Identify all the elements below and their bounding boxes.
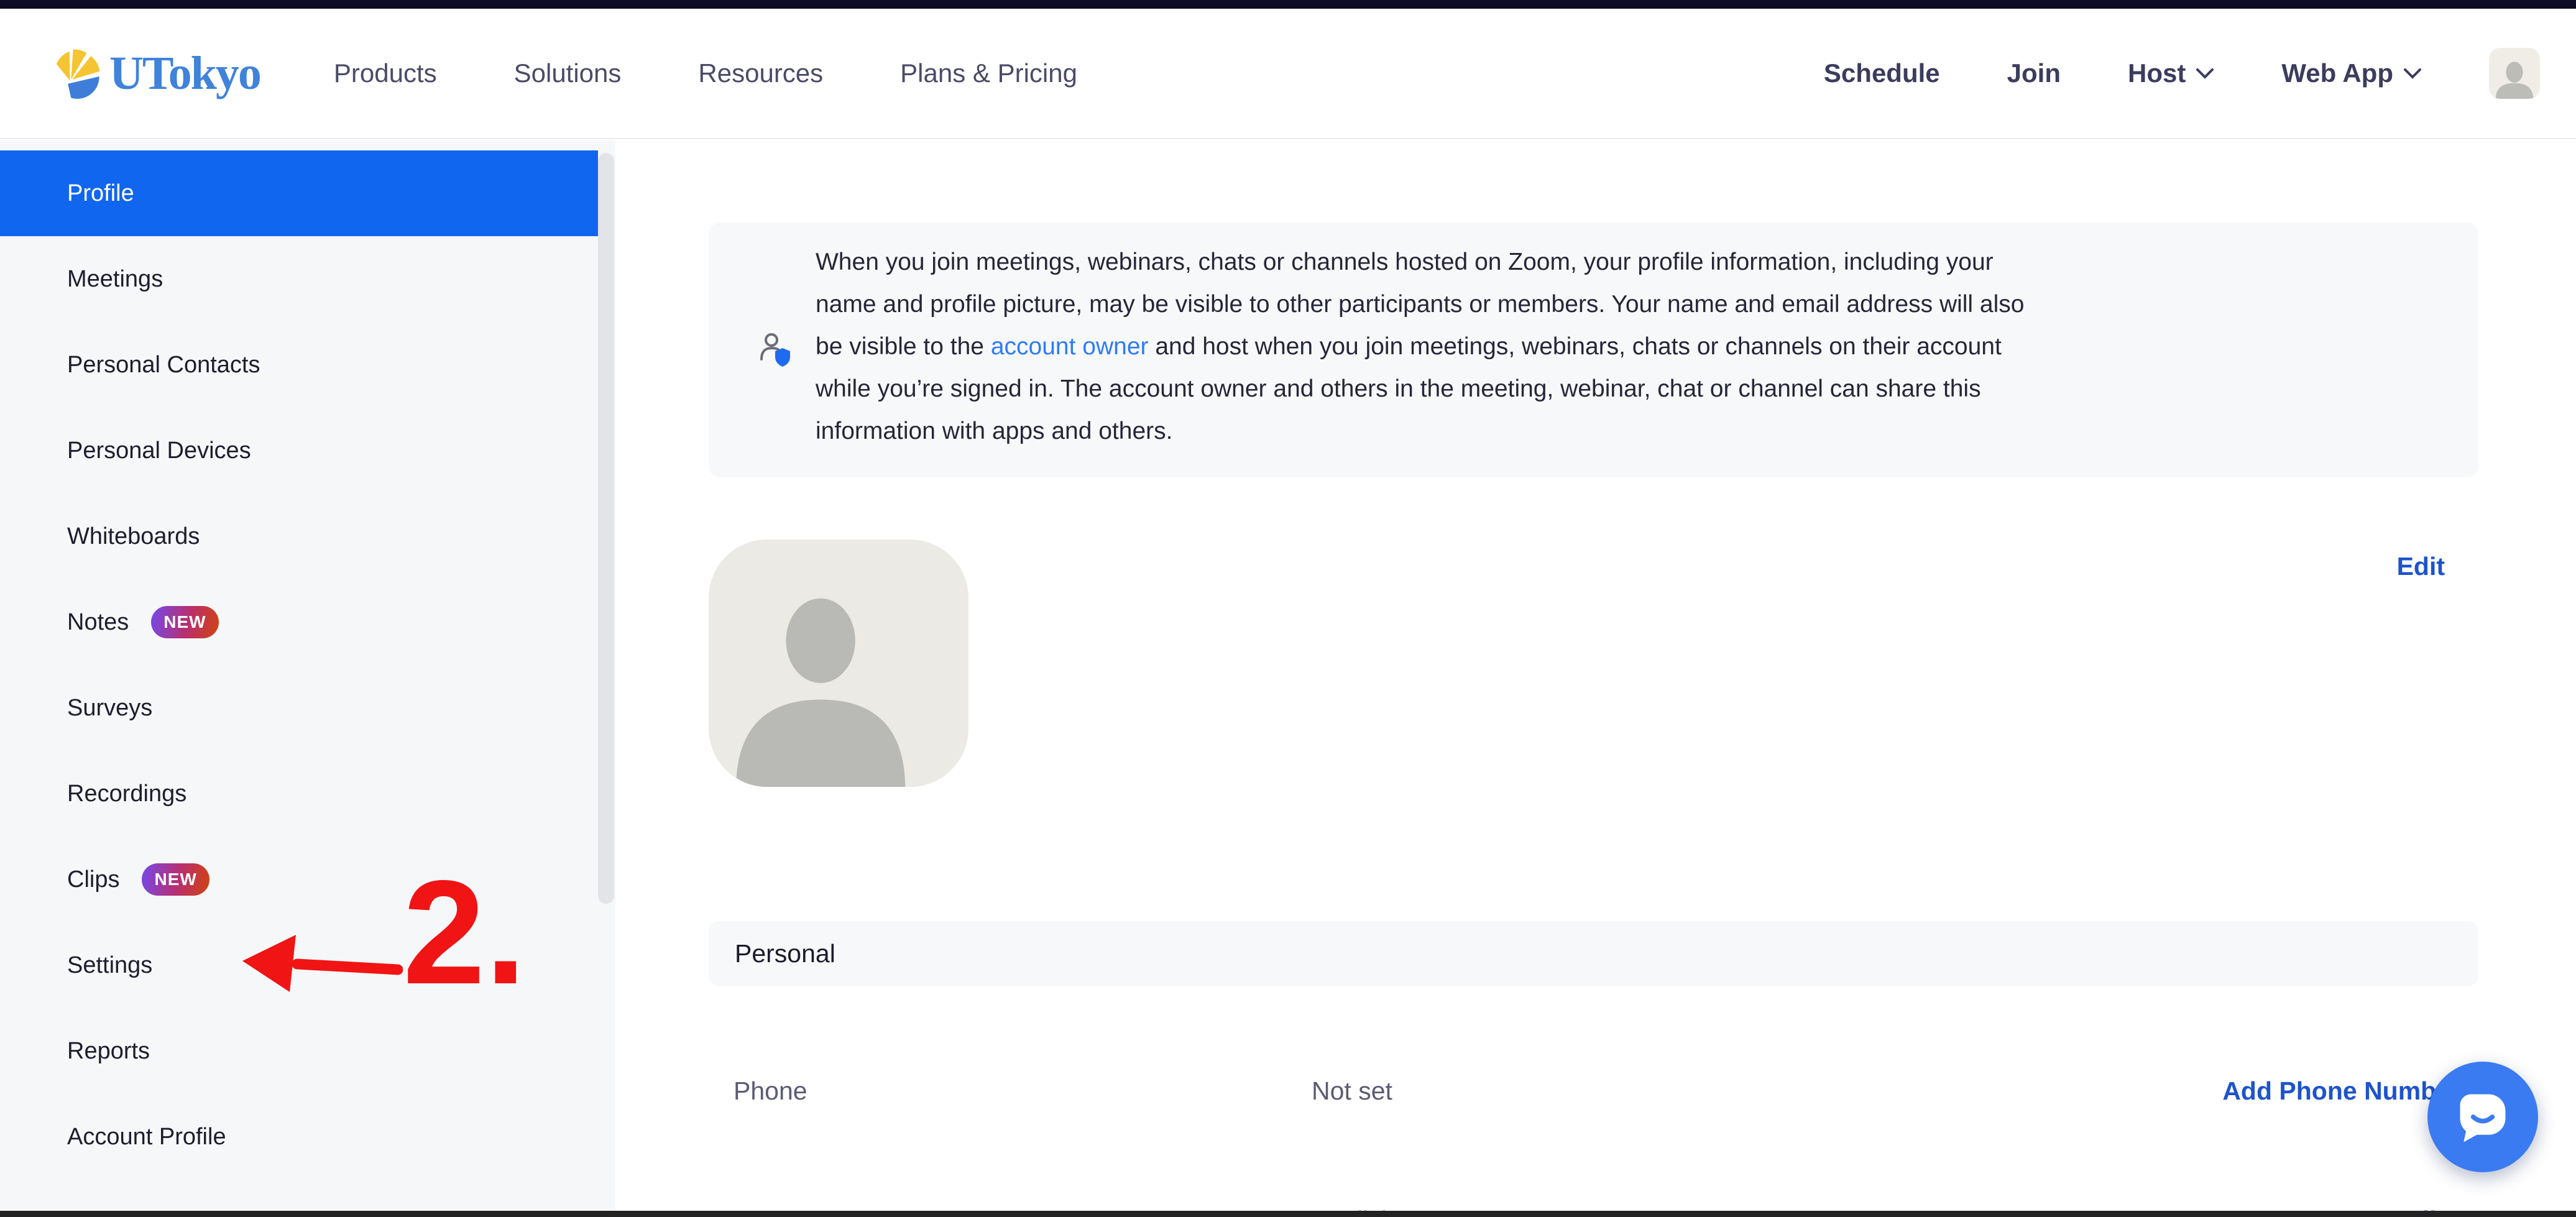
utokyo-ginkgo-icon bbox=[52, 47, 104, 99]
sidebar-item-label: Personal Contacts bbox=[67, 352, 260, 379]
profile-edit-link[interactable]: Edit bbox=[2397, 552, 2445, 581]
account-avatar[interactable] bbox=[2489, 48, 2540, 99]
sidebar-item-personal-contacts[interactable]: Personal Contacts bbox=[0, 322, 598, 408]
sidebar-item-label: Surveys bbox=[67, 695, 152, 722]
primary-nav-links: Products Solutions Resources Plans & Pri… bbox=[334, 58, 1077, 88]
annotation-step-number: 2. bbox=[403, 859, 527, 1007]
nav-plans-pricing[interactable]: Plans & Pricing bbox=[900, 58, 1077, 88]
chevron-down-icon bbox=[2403, 67, 2422, 80]
sidebar-item-label: Account Profile bbox=[67, 1124, 226, 1150]
profile-sidebar: Profile Meetings Personal Contacts Perso… bbox=[0, 140, 615, 1217]
person-icon bbox=[709, 584, 968, 787]
privacy-line: name and profile picture, may be visible… bbox=[816, 283, 2024, 326]
sidebar-item-reports[interactable]: Reports bbox=[0, 1008, 598, 1094]
sidebar-item-notes[interactable]: Notes NEW bbox=[0, 579, 598, 665]
nav-web-app-label: Web App bbox=[2281, 58, 2393, 88]
sidebar-item-account-profile[interactable]: Account Profile bbox=[0, 1094, 598, 1180]
logo-text: UTokyo bbox=[109, 47, 260, 101]
personal-section-header: Personal bbox=[709, 921, 2478, 986]
privacy-line: information with apps and others. bbox=[816, 410, 2024, 452]
sidebar-item-label: Notes bbox=[67, 609, 129, 636]
nav-schedule[interactable]: Schedule bbox=[1824, 58, 1940, 88]
sidebar-item-whiteboards[interactable]: Whiteboards bbox=[0, 494, 598, 579]
phone-value: Not set bbox=[1312, 1077, 1392, 1106]
profile-privacy-notice: When you join meetings, webinars, chats … bbox=[709, 223, 2478, 477]
privacy-line: while you’re signed in. The account owne… bbox=[816, 368, 2024, 410]
sidebar-item-recordings[interactable]: Recordings bbox=[0, 751, 598, 837]
chevron-down-icon bbox=[2196, 67, 2214, 80]
annotation-arrow-icon bbox=[235, 930, 403, 1001]
nav-host[interactable]: Host bbox=[2128, 58, 2214, 88]
utokyo-logo[interactable]: UTokyo bbox=[52, 47, 260, 101]
new-badge: NEW bbox=[142, 863, 209, 896]
personal-section-title: Personal bbox=[735, 939, 835, 968]
sidebar-item-label: Personal Devices bbox=[67, 438, 251, 464]
account-owner-link[interactable]: account owner bbox=[991, 333, 1149, 360]
sidebar-item-label: Settings bbox=[67, 952, 152, 979]
nav-web-app[interactable]: Web App bbox=[2281, 58, 2422, 88]
sidebar-item-label: Recordings bbox=[67, 781, 186, 807]
new-badge: NEW bbox=[151, 606, 218, 638]
profile-content: When you join meetings, webinars, chats … bbox=[615, 140, 2576, 1217]
top-navigation-bar: UTokyo Products Solutions Resources Plan… bbox=[0, 9, 2576, 139]
sidebar-item-label: Reports bbox=[67, 1038, 150, 1065]
zoom-web-portal-profile-page: UTokyo Products Solutions Resources Plan… bbox=[0, 0, 2576, 1217]
nav-solutions[interactable]: Solutions bbox=[514, 58, 622, 88]
privacy-line-segment: be visible to the bbox=[816, 333, 991, 360]
nav-products[interactable]: Products bbox=[334, 58, 437, 88]
sidebar-menu: Profile Meetings Personal Contacts Perso… bbox=[0, 140, 615, 1180]
nav-resources[interactable]: Resources bbox=[698, 58, 823, 88]
privacy-notice-text: When you join meetings, webinars, chats … bbox=[816, 241, 2024, 452]
window-bottom-strip bbox=[0, 1211, 2576, 1217]
sidebar-item-label: Profile bbox=[67, 180, 134, 207]
window-top-strip bbox=[0, 0, 2576, 9]
nav-host-label: Host bbox=[2128, 58, 2186, 88]
sidebar-item-label: Clips bbox=[67, 866, 119, 893]
add-phone-number-link[interactable]: Add Phone Number bbox=[2222, 1077, 2460, 1106]
privacy-line: be visible to the account owner and host… bbox=[816, 326, 2024, 368]
chat-widget-button[interactable] bbox=[2427, 1062, 2538, 1172]
person-shield-icon bbox=[758, 332, 792, 368]
phone-label: Phone bbox=[734, 1077, 807, 1105]
sidebar-item-personal-devices[interactable]: Personal Devices bbox=[0, 408, 598, 494]
sidebar-item-label: Meetings bbox=[67, 266, 163, 293]
phone-row: Phone Not set Add Phone Number bbox=[734, 1077, 2576, 1108]
chat-bubble-icon bbox=[2453, 1087, 2513, 1147]
person-icon bbox=[2489, 55, 2540, 99]
sidebar-item-meetings[interactable]: Meetings bbox=[0, 236, 598, 322]
sidebar-item-label: Whiteboards bbox=[67, 523, 200, 550]
privacy-line-segment: and host when you join meetings, webinar… bbox=[1149, 333, 2002, 360]
account-nav-links: Schedule Join Host Web App bbox=[1824, 48, 2540, 99]
sidebar-item-surveys[interactable]: Surveys bbox=[0, 665, 598, 751]
profile-picture-placeholder[interactable] bbox=[709, 540, 968, 787]
privacy-line: When you join meetings, webinars, chats … bbox=[816, 241, 2024, 283]
sidebar-item-profile[interactable]: Profile bbox=[0, 150, 598, 236]
sidebar-scrollbar[interactable] bbox=[598, 153, 614, 904]
nav-join[interactable]: Join bbox=[2007, 58, 2061, 88]
